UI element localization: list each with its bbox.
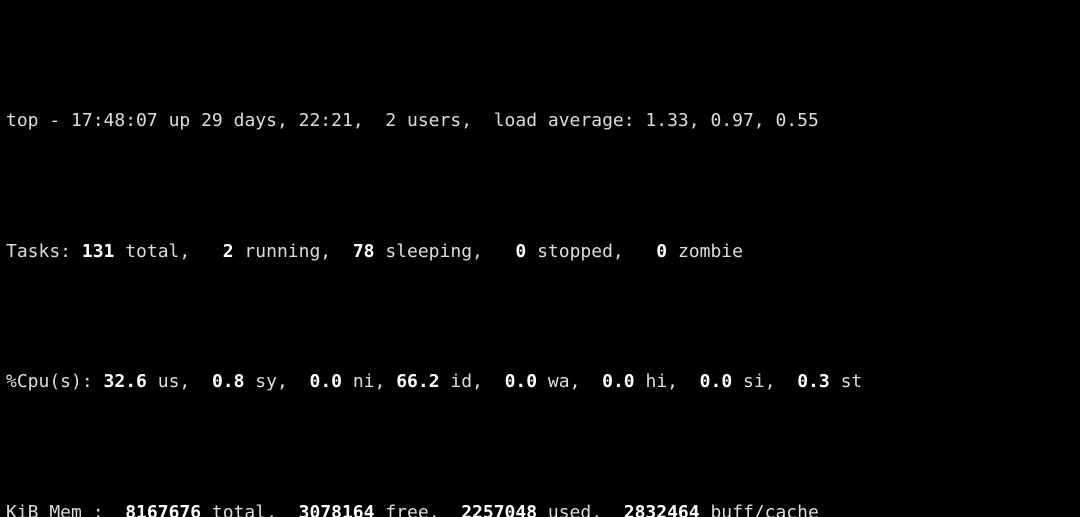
label: wa, [537,371,602,392]
label: free, [374,502,461,517]
label: Tasks: [6,241,82,262]
label: stopped, [526,241,656,262]
tasks-running: 2 [223,241,234,262]
mem-total: 8167676 [125,502,201,517]
mem-free: 3078164 [299,502,375,517]
time: 17:48:07 [71,110,158,131]
cpu-si: 0.0 [700,371,733,392]
label: hi, [635,371,700,392]
summary-line-cpu: %Cpu(s): 32.6 us, 0.8 sy, 0.0 ni, 66.2 i… [6,369,1074,395]
mem-used: 2257048 [461,502,537,517]
cpu-ni: 0.0 [309,371,342,392]
label: %Cpu(s): [6,371,104,392]
label: sy, [244,371,309,392]
label: used, [537,502,624,517]
tasks-sleeping: 78 [353,241,375,262]
cpu-hi: 0.0 [602,371,635,392]
label: KiB Mem : [6,502,125,517]
tasks-total: 131 [82,241,115,262]
cpu-wa: 0.0 [505,371,538,392]
label: running, [234,241,353,262]
label: , load average: [461,110,645,131]
label: st [830,371,863,392]
label: id, [440,371,505,392]
summary-line-tasks: Tasks: 131 total, 2 running, 78 sleeping… [6,239,1074,265]
summary-line-uptime: top - 17:48:07 up 29 days, 22:21, 2 user… [6,108,1074,134]
summary-line-mem: KiB Mem : 8167676 total, 3078164 free, 2… [6,500,1074,517]
label: sleeping, [375,241,516,262]
tasks-zombie: 0 [656,241,667,262]
label: buff/cache [700,502,819,517]
mem-buff: 2832464 [624,502,700,517]
cpu-id: 66.2 [396,371,439,392]
uptime: 29 days, 22:21 [201,110,353,131]
load-average: 1.33, 0.97, 0.55 [645,110,818,131]
users: 2 users [385,110,461,131]
cpu-us: 32.6 [104,371,147,392]
label: si, [732,371,797,392]
cpu-sy: 0.8 [212,371,245,392]
label: top - [6,110,71,131]
label: up [158,110,201,131]
tasks-stopped: 0 [515,241,526,262]
label: ni, [342,371,396,392]
label: total, [201,502,299,517]
terminal-top-output[interactable]: top - 17:48:07 up 29 days, 22:21, 2 user… [0,0,1080,517]
cpu-st: 0.3 [797,371,830,392]
label: us, [147,371,212,392]
label: , [353,110,386,131]
label: total, [114,241,222,262]
label: zombie [667,241,743,262]
